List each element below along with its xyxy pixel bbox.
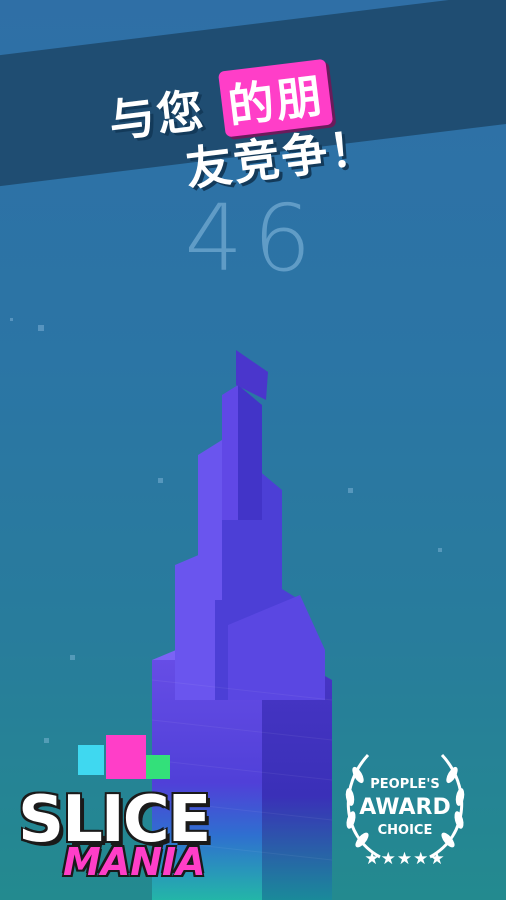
logo-cube-cyan	[78, 745, 104, 775]
tower-spire-side	[238, 385, 262, 520]
logo-cube-green	[146, 755, 170, 779]
tower-upper-front	[198, 440, 222, 600]
peoples-award-badge: PEOPLE'S AWARD CHOICE ★★★★★	[330, 745, 480, 875]
tower-spire-front	[222, 385, 238, 520]
award-line-1: PEOPLE'S	[370, 777, 440, 792]
logo-word-mania: MANIA	[63, 840, 206, 884]
award-line-2: AWARD	[359, 795, 451, 820]
award-line-3: CHOICE	[377, 823, 433, 838]
award-stars: ★★★★★	[364, 849, 446, 869]
logo-cube-pink	[106, 735, 146, 779]
slice-mania-logo: SLICE MANIA	[18, 735, 248, 885]
